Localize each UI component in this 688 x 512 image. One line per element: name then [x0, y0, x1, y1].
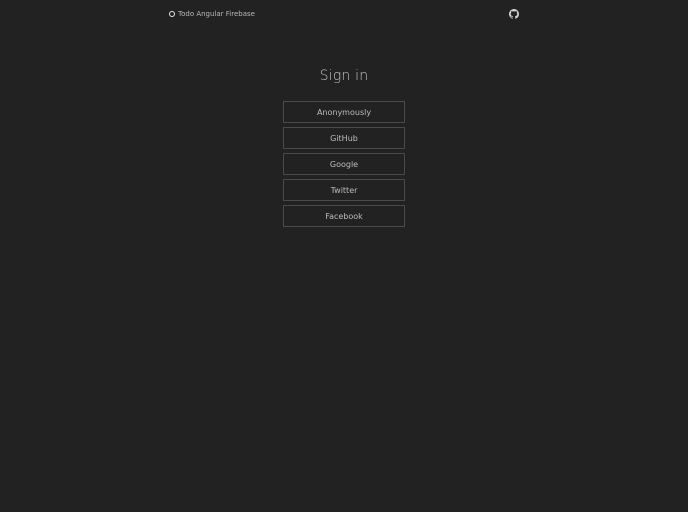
sign-in-google-button[interactable]: Google: [283, 153, 405, 175]
logo-ring-icon: [169, 11, 175, 17]
sign-in-github-button[interactable]: GitHub: [283, 127, 405, 149]
page: Todo Angular Firebase Sign in Anonymousl…: [0, 0, 688, 512]
app-header: Todo Angular Firebase: [169, 0, 520, 28]
app-home-link[interactable]: Todo Angular Firebase: [169, 10, 255, 18]
sign-in-facebook-button[interactable]: Facebook: [283, 205, 405, 227]
app-title: Todo Angular Firebase: [178, 10, 255, 18]
github-link[interactable]: [508, 9, 519, 20]
sign-in-twitter-button[interactable]: Twitter: [283, 179, 405, 201]
sign-in-panel: Sign in Anonymously GitHub Google Twitte…: [0, 66, 688, 227]
page-title: Sign in: [319, 68, 369, 84]
github-icon: [508, 9, 519, 19]
sign-in-anonymously-button[interactable]: Anonymously: [283, 101, 405, 123]
sign-in-options: Anonymously GitHub Google Twitter Facebo…: [283, 101, 405, 227]
